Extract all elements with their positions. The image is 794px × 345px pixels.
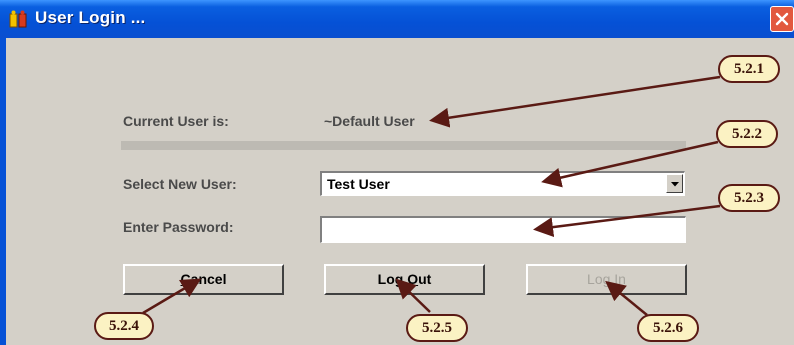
- callout-5-2-1: 5.2.1: [718, 55, 780, 83]
- callout-5-2-6: 5.2.6: [637, 314, 699, 342]
- arrow-5-2-6: [605, 280, 648, 316]
- arrow-5-2-1: [429, 75, 721, 128]
- callout-5-2-5: 5.2.5: [406, 314, 468, 342]
- callout-5-2-4: 5.2.4: [94, 312, 154, 340]
- arrow-5-2-4: [142, 278, 202, 315]
- arrow-5-2-5: [395, 278, 431, 313]
- arrow-5-2-3: [533, 204, 721, 238]
- callout-arrows: [142, 75, 721, 316]
- arrow-5-2-2: [541, 140, 719, 188]
- callout-5-2-3: 5.2.3: [718, 184, 780, 212]
- callout-5-2-2: 5.2.2: [716, 120, 778, 148]
